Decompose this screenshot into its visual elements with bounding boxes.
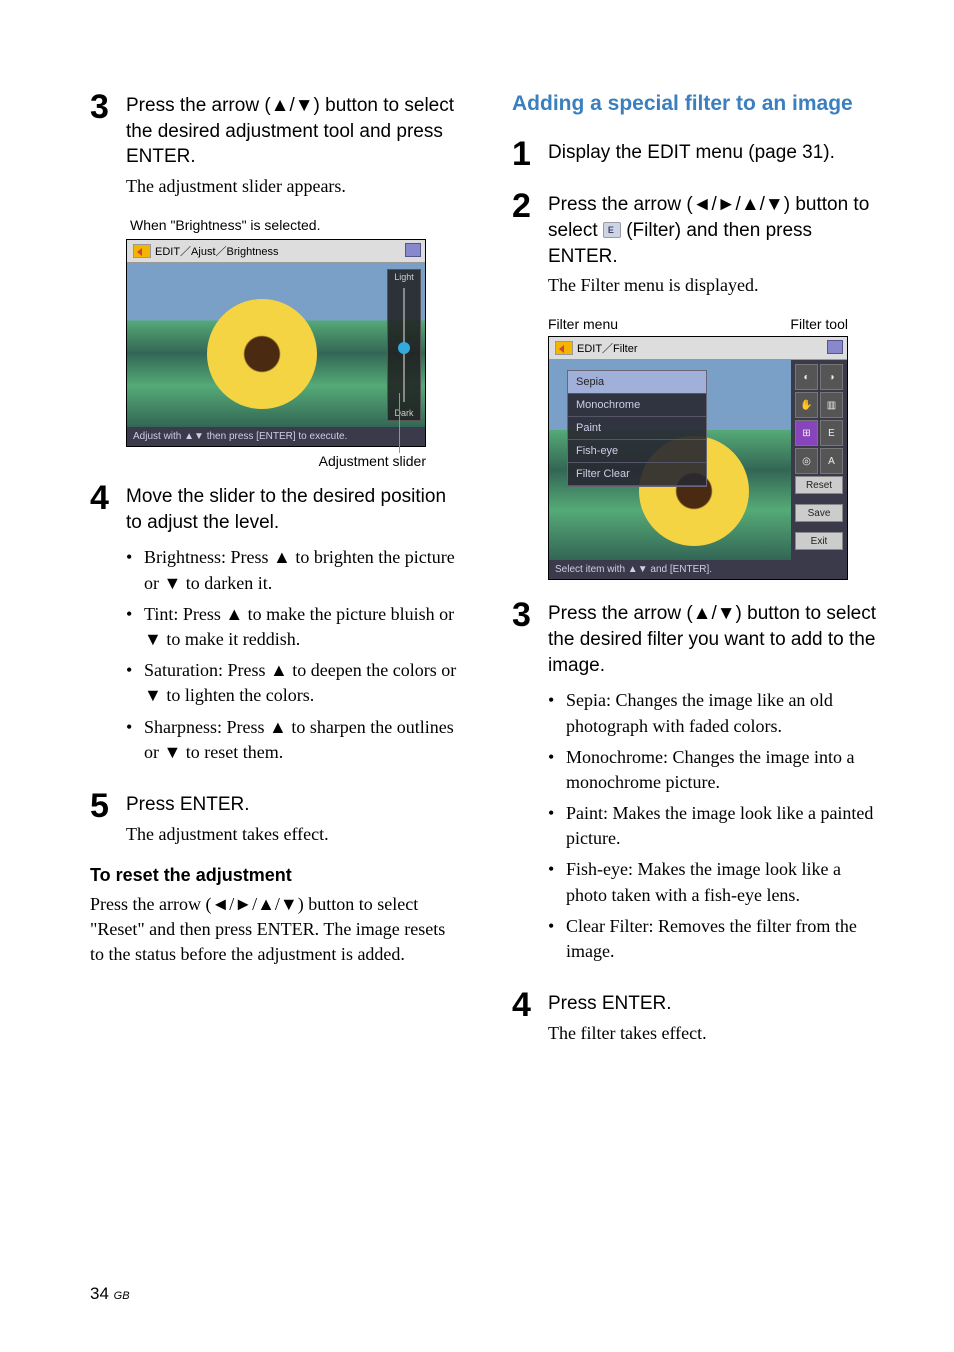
step-instruction: Press the arrow (◄/►/▲/▼) button to sele…: [548, 192, 884, 269]
filter-tool-caption: Filter tool: [790, 316, 848, 332]
step-result: The adjustment takes effect.: [126, 822, 462, 847]
step-3: 3 Press the arrow (▲/▼) button to select…: [90, 90, 462, 199]
bullet-sepia: Sepia: Changes the image like an old pho…: [548, 688, 884, 738]
reset-button: Reset: [795, 476, 843, 494]
step-4: 4 Move the slider to the desired positio…: [90, 481, 462, 771]
step-instruction: Move the slider to the desired position …: [126, 484, 462, 535]
menu-item-filter-clear: Filter Clear: [568, 463, 706, 486]
brightness-caption: When "Brightness" is selected.: [130, 217, 462, 233]
tool-icon: ▥: [820, 392, 843, 418]
back-icon: [555, 341, 573, 355]
bullet-saturation: Saturation: Press ▲ to deepen the colors…: [126, 658, 462, 708]
step-instruction: Press the arrow (▲/▼) button to select t…: [548, 601, 884, 678]
back-icon: [133, 244, 151, 258]
exit-button: Exit: [795, 532, 843, 550]
menu-item-sepia: Sepia: [568, 371, 706, 394]
bullet-sharpness: Sharpness: Press ▲ to sharpen the outlin…: [126, 715, 462, 765]
step-number: 4: [90, 481, 126, 771]
bullet-brightness: Brightness: Press ▲ to brighten the pict…: [126, 545, 462, 595]
menu-item-fisheye: Fish-eye: [568, 440, 706, 463]
brightness-screenshot: EDIT／Ajust／Brightness Light Dark Adjust …: [126, 239, 426, 447]
filter-captions: Filter menu Filter tool: [548, 316, 848, 332]
step-instruction: Press ENTER.: [126, 792, 462, 818]
step-result: The Filter menu is displayed.: [548, 273, 884, 298]
filter-menu-caption: Filter menu: [548, 316, 618, 332]
tool-icon: ◑: [820, 364, 843, 390]
tool-icon: ✋: [795, 392, 818, 418]
step-number: 4: [512, 988, 548, 1046]
right-column: Adding a special filter to an image 1 Di…: [512, 90, 884, 1064]
filter-icon: [603, 222, 621, 238]
tool-icon: E: [820, 420, 843, 446]
step-4-right: 4 Press ENTER. The filter takes effect.: [512, 988, 884, 1046]
tool-icon: ◐: [795, 364, 818, 390]
step-instruction: Display the EDIT menu (page 31).: [548, 140, 884, 166]
filter-menu: Sepia Monochrome Paint Fish-eye Filter C…: [567, 370, 707, 487]
hint-bar: Adjust with ▲▼ then press [ENTER] to exe…: [127, 427, 425, 446]
menu-item-monochrome: Monochrome: [568, 394, 706, 417]
tool-palette: ◐ ◑ ✋ ▥ ⊞ E ◎ A Reset Save Exit: [791, 360, 847, 560]
bullet-fisheye: Fish-eye: Makes the image look like a ph…: [548, 857, 884, 907]
preview-image: Light Dark: [127, 263, 425, 427]
step-result: The filter takes effect.: [548, 1021, 884, 1046]
step-number: 3: [512, 598, 548, 970]
step-number: 5: [90, 789, 126, 847]
left-column: 3 Press the arrow (▲/▼) button to select…: [90, 90, 462, 1064]
light-label: Light: [394, 272, 414, 282]
step-instruction: Press the arrow (▲/▼) button to select t…: [126, 93, 462, 170]
indicator-icon: [827, 340, 843, 354]
section-heading: Adding a special filter to an image: [512, 90, 884, 117]
menu-item-paint: Paint: [568, 417, 706, 440]
step-number: 1: [512, 137, 548, 171]
step-number: 2: [512, 189, 548, 298]
bullet-tint: Tint: Press ▲ to make the picture bluish…: [126, 602, 462, 652]
bullet-clear-filter: Clear Filter: Removes the filter from th…: [548, 914, 884, 964]
filter-screenshot: EDIT／Filter Sepia Monochrome Paint Fish-…: [548, 336, 848, 580]
hint-bar: Select item with ▲▼ and [ENTER].: [549, 560, 847, 579]
save-button: Save: [795, 504, 843, 522]
tool-icon: A: [820, 448, 843, 474]
step-result: The adjustment slider appears.: [126, 174, 462, 199]
indicator-icon: [405, 243, 421, 257]
step-1: 1 Display the EDIT menu (page 31).: [512, 137, 884, 171]
step-3-right: 3 Press the arrow (▲/▼) button to select…: [512, 598, 884, 970]
dark-label: Dark: [388, 408, 420, 418]
bullet-paint: Paint: Makes the image look like a paint…: [548, 801, 884, 851]
step-5: 5 Press ENTER. The adjustment takes effe…: [90, 789, 462, 847]
reset-paragraph: Press the arrow (◄/►/▲/▼) button to sele…: [90, 892, 462, 968]
step-instruction: Press ENTER.: [548, 991, 884, 1017]
page-number: 34 GB: [90, 1284, 130, 1304]
reset-heading: To reset the adjustment: [90, 865, 462, 886]
tool-icon: ◎: [795, 448, 818, 474]
adjustment-bullets: Brightness: Press ▲ to brighten the pict…: [126, 545, 462, 765]
step-2: 2 Press the arrow (◄/►/▲/▼) button to se…: [512, 189, 884, 298]
slider-caption: Adjustment slider: [126, 453, 426, 469]
step-number: 3: [90, 90, 126, 199]
edit-breadcrumb: EDIT／Ajust／Brightness: [155, 243, 278, 259]
tool-icon-selected: ⊞: [795, 420, 818, 446]
bullet-monochrome: Monochrome: Changes the image into a mon…: [548, 745, 884, 795]
filter-bullets: Sepia: Changes the image like an old pho…: [548, 688, 884, 964]
edit-breadcrumb: EDIT／Filter: [577, 340, 638, 356]
adjustment-slider: Light Dark: [387, 269, 421, 421]
